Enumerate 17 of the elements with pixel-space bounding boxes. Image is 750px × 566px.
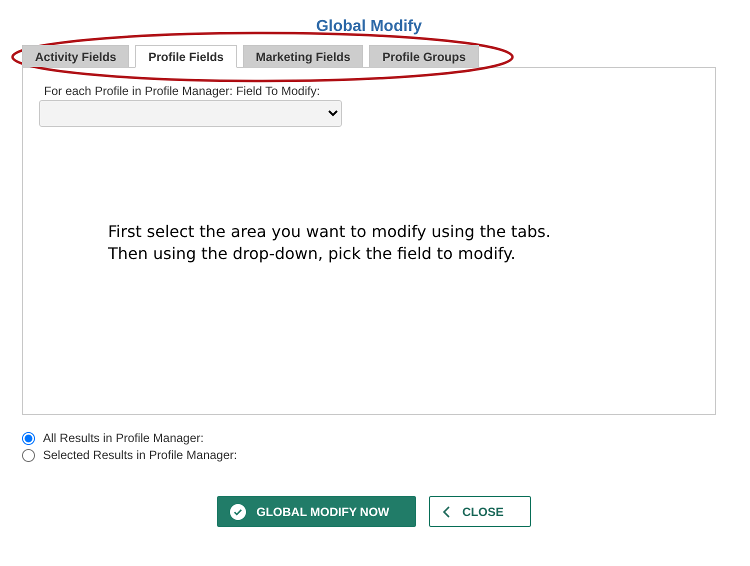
field-label: For each Profile in Profile Manager: Field To Modify: xyxy=(44,84,321,98)
tab[interactable]: Activity Fields xyxy=(22,45,130,67)
check-circle-icon xyxy=(230,504,246,520)
tab[interactable]: Profile Fields xyxy=(135,45,237,68)
chevron-left-icon xyxy=(442,506,452,518)
instruction-text: First select the area you want to modify using the tabs. xyxy=(108,221,552,243)
radio-label: Selected Results in Profile Manager: xyxy=(43,448,238,462)
radio-label: All Results in Profile Manager: xyxy=(43,431,204,445)
global-modify-button[interactable]: GLOBAL MODIFY NOW xyxy=(217,496,416,527)
radio-button[interactable] xyxy=(22,432,35,444)
instruction-text: Then using the drop-down, pick the field to modify. xyxy=(108,243,517,265)
radio-button[interactable] xyxy=(22,448,35,462)
close-button[interactable]: CLOSE xyxy=(429,496,531,527)
field-dropdown[interactable] xyxy=(39,100,342,127)
dialog-title: Global Modify xyxy=(315,18,423,37)
tab[interactable]: Profile Groups xyxy=(369,45,479,67)
tab[interactable]: Marketing Fields xyxy=(242,45,364,67)
